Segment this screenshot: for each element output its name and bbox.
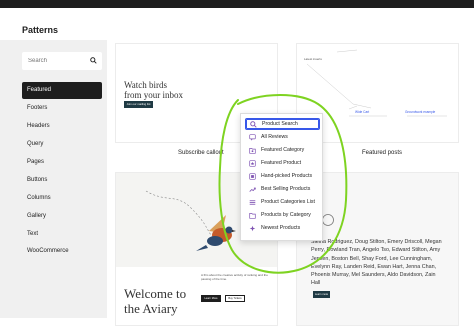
dropdown-item-product-categories-list[interactable]: Product Categories List — [245, 196, 320, 208]
dropdown-item-best-selling-products[interactable]: Best Selling Products — [245, 183, 320, 195]
category-columns[interactable]: Columns — [22, 190, 102, 207]
category-buttons[interactable]: Buttons — [22, 172, 102, 189]
search-box — [22, 52, 102, 70]
list-icon — [249, 199, 256, 205]
dropdown-item-label: Product Categories List — [261, 199, 315, 205]
dropdown-item-label: Product Search — [262, 121, 298, 127]
dropdown-item-label: Featured Category — [261, 147, 305, 153]
category-text[interactable]: Text — [22, 226, 102, 243]
wordpress-logo-icon[interactable] — [0, 0, 14, 8]
category-woocommerce[interactable]: WooCommerce — [22, 243, 102, 260]
dropdown-item-newest-products[interactable]: Newest Products — [245, 222, 320, 234]
subscribe-caption: Subscribe callout — [178, 150, 224, 156]
page-title: Patterns — [22, 25, 59, 35]
folder-icon — [249, 212, 256, 219]
dropdown-item-label: Best Selling Products — [261, 186, 311, 192]
featured-posts-link-1: Wide Cart — [355, 110, 370, 114]
category-footers[interactable]: Footers — [22, 100, 102, 117]
dropdown-item-label: Products by Category — [261, 212, 311, 218]
sparkle-icon — [249, 225, 256, 231]
search-icon — [250, 120, 257, 128]
featured-posts-caption: Featured posts — [362, 150, 403, 156]
search-icon[interactable] — [90, 57, 97, 64]
aviary-button-1: Learn More — [201, 295, 221, 302]
subscribe-button: Join our mailing list — [124, 101, 153, 108]
dropdown-item-featured-product[interactable]: Featured Product — [245, 157, 320, 169]
aviary-button-2: Buy Tickets — [225, 295, 245, 302]
woocommerce-block-dropdown: Product Search All Reviews Featured Cate… — [240, 113, 323, 241]
names-text: Sleina Rodriguez, Doug Stilton, Emery Dr… — [311, 239, 442, 287]
dropdown-item-label: All Reviews — [261, 134, 288, 140]
search-input[interactable] — [28, 52, 86, 70]
dropdown-item-label: Hand-picked Products — [261, 173, 313, 179]
category-featured[interactable]: Featured — [22, 82, 102, 99]
subscribe-heading-2: from your inbox — [124, 90, 183, 100]
circle-decoration-icon — [322, 214, 334, 226]
aviary-heading-1: Welcome to — [124, 286, 187, 301]
dropdown-item-hand-picked-products[interactable]: Hand-picked Products — [245, 170, 320, 182]
subscribe-heading-1: Watch birds — [124, 80, 168, 90]
star-icon — [249, 159, 256, 167]
category-headers[interactable]: Headers — [22, 118, 102, 135]
category-query[interactable]: Query — [22, 136, 102, 153]
trend-icon — [249, 187, 256, 192]
dropdown-item-label: Featured Product — [261, 160, 302, 166]
folder-star-icon — [249, 147, 256, 154]
dropdown-item-featured-category[interactable]: Featured Category — [245, 144, 320, 156]
category-pages[interactable]: Pages — [22, 154, 102, 171]
dropdown-item-products-by-category[interactable]: Products by Category — [245, 209, 320, 221]
admin-top-bar — [0, 0, 474, 8]
aviary-heading-2: the Aviary — [124, 301, 178, 316]
comment-icon — [249, 133, 256, 141]
dropdown-item-product-search[interactable]: Product Search — [245, 118, 320, 130]
aviary-small-text: A film about the creative activity of ra… — [201, 273, 268, 281]
category-gallery[interactable]: Gallery — [22, 208, 102, 225]
hand-picked-icon — [249, 172, 256, 180]
dropdown-item-label: Newest Products — [261, 225, 301, 231]
featured-posts-link-2: Groundwork example — [405, 110, 436, 114]
dropdown-item-all-reviews[interactable]: All Reviews — [245, 131, 320, 143]
names-button: Learn more — [313, 291, 330, 298]
